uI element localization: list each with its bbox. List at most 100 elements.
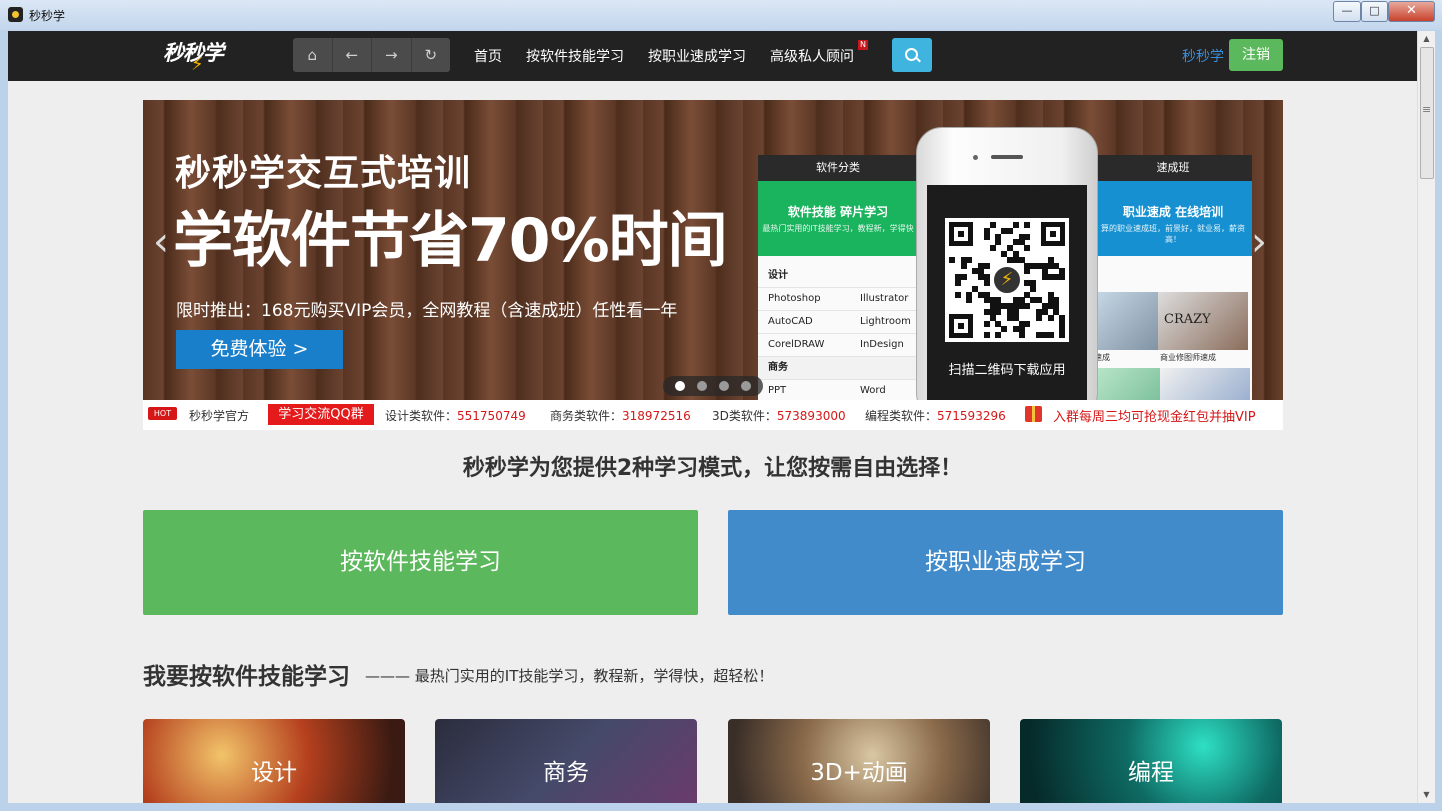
qr-module — [1030, 280, 1037, 286]
qr-module — [1053, 309, 1060, 315]
close-button[interactable]: ✕ — [1388, 1, 1435, 22]
qr-module — [1041, 332, 1048, 339]
qr-module — [1059, 320, 1066, 327]
qr-module — [1012, 297, 1019, 304]
back-arrow-icon[interactable]: ← — [333, 38, 372, 72]
phone-screen: ⚡ 扫描二维码下载应用 — [927, 185, 1087, 400]
career-course-mode-button[interactable]: 按职业速成学习 — [728, 510, 1283, 615]
app-software-list: 设计 Photoshop Illustrator AutoCAD Lightroom… — [758, 265, 918, 400]
qr-module — [1024, 262, 1031, 269]
app-list-row: AutoCAD Lightroom — [758, 311, 918, 334]
qq-group-label: 编程类软件： — [865, 409, 938, 423]
qr-module — [1024, 233, 1031, 240]
qr-module — [995, 332, 1002, 339]
qr-module — [978, 291, 984, 298]
carousel-next-icon[interactable]: › — [1251, 222, 1267, 262]
scroll-up-icon[interactable]: ▲ — [1418, 31, 1435, 47]
qr-module — [1041, 274, 1048, 281]
vertical-scrollbar[interactable]: ▲ ▼ — [1417, 31, 1435, 803]
app-list-row: PPT Word — [758, 380, 918, 400]
app-tab-categories: 软件分类 — [758, 155, 918, 181]
qq-group-label: 商务类软件： — [550, 409, 623, 423]
category-card-programming[interactable]: 编程 — [1020, 719, 1282, 803]
app-green-title: 软件技能 碎片学习 — [787, 205, 889, 219]
qr-module — [1041, 303, 1048, 310]
home-icon[interactable]: ⌂ — [293, 38, 333, 72]
qr-module — [1041, 309, 1048, 315]
qr-module — [989, 309, 996, 315]
qq-group-design[interactable]: 设计类软件：551750749 — [385, 407, 526, 424]
qr-module — [1047, 274, 1054, 281]
qr-module — [1024, 291, 1031, 298]
app-list-item: Lightroom — [860, 316, 911, 327]
qr-module — [978, 268, 984, 275]
forward-arrow-icon[interactable]: → — [372, 38, 412, 72]
qr-module — [1036, 309, 1042, 315]
app-green-panel: 软件技能 碎片学习 最热门实用的IT技能学习，教程新，学得快 — [758, 181, 918, 256]
qq-group-strip: HOT 秒秒学官方 学习交流QQ群 设计类软件：551750749 商务类软件：… — [143, 400, 1283, 430]
category-card-design[interactable]: 设计 — [143, 719, 405, 803]
logout-button[interactable]: 注销 — [1229, 39, 1283, 71]
qr-finder — [949, 222, 973, 246]
qr-module — [1012, 251, 1019, 257]
carousel-dot[interactable] — [697, 381, 707, 391]
qr-module — [1007, 309, 1013, 315]
qr-module — [1030, 262, 1037, 269]
qr-module — [1012, 239, 1019, 246]
nav-link-software-skills[interactable]: 按软件技能学习 — [526, 46, 624, 66]
qr-module — [1059, 314, 1066, 321]
qq-group-3d[interactable]: 3D类软件：573893000 — [712, 407, 846, 424]
qr-module — [972, 285, 979, 292]
app-blue-title: 职业速成 在线培训 — [1122, 205, 1224, 219]
category-card-3d-animation[interactable]: 3D+动画 — [728, 719, 990, 803]
site-logo[interactable]: 秒秒学 ⚡ — [163, 37, 224, 75]
refresh-icon[interactable]: ↻ — [412, 38, 451, 72]
free-trial-button[interactable]: 免费体验 > — [176, 330, 343, 369]
scrollbar-thumb[interactable] — [1420, 47, 1434, 179]
browser-window: 秒秒学 — □ ✕ 秒秒学 ⚡ ⌂ ← → ↻ 首页 按软件技能学习 按职业速成学… — [0, 0, 1442, 811]
category-card-business[interactable]: 商务 — [435, 719, 697, 803]
carousel-dot[interactable] — [719, 381, 729, 391]
qr-module — [1036, 332, 1042, 339]
maximize-button[interactable]: □ — [1361, 1, 1388, 22]
app-blue-panel: 职业速成 在线培训 算的职业速成班，前景好，就业易，薪资高！ — [1094, 181, 1252, 256]
qr-caption: 扫描二维码下载应用 — [948, 363, 1066, 378]
qr-module — [960, 256, 967, 263]
app-thumb-image: CRAZY — [1158, 292, 1248, 350]
carousel-dots — [663, 376, 763, 396]
software-skill-mode-button[interactable]: 按软件技能学习 — [143, 510, 698, 615]
qr-module — [1030, 297, 1037, 304]
minimize-button[interactable]: — — [1333, 1, 1361, 22]
qr-finder — [1041, 222, 1065, 246]
qq-group-tag[interactable]: 学习交流QQ群 — [268, 404, 374, 425]
nav-link-home[interactable]: 首页 — [474, 46, 502, 66]
nav-link-private-advisor[interactable]: 高级私人顾问 — [770, 46, 854, 66]
phone-camera — [973, 155, 978, 160]
qq-group-label: 设计类软件： — [385, 409, 458, 423]
qr-module — [1047, 256, 1054, 263]
red-packet-promo[interactable]: 入群每周三均可抢现金红包并抽VIP — [1053, 406, 1256, 425]
qr-module — [1030, 285, 1037, 292]
hero-banner[interactable]: 秒秒学交互式培训 学软件节省70%时间 限时推出：168元购买VIP会员，全网教… — [143, 100, 1283, 400]
qr-module — [954, 291, 961, 298]
qr-module — [1007, 303, 1013, 310]
scroll-down-icon[interactable]: ▼ — [1418, 787, 1435, 803]
carousel-prev-icon[interactable]: ‹ — [153, 222, 169, 262]
username-link[interactable]: 秒秒学 — [1182, 46, 1224, 66]
qr-module — [954, 274, 961, 281]
carousel-dot[interactable] — [741, 381, 751, 391]
qr-module — [989, 314, 996, 321]
app-green-subtitle: 最热门实用的IT技能学习，教程新，学得快 — [762, 224, 914, 233]
search-button[interactable] — [892, 38, 932, 72]
carousel-dot[interactable] — [675, 381, 685, 391]
qr-module — [1001, 251, 1008, 257]
qq-group-programming[interactable]: 编程类软件：571593296 — [865, 407, 1006, 424]
app-list-item: PPT — [768, 385, 787, 396]
nav-link-career-course[interactable]: 按职业速成学习 — [648, 46, 746, 66]
banner-subheadline: 学软件节省70%时间 — [173, 206, 728, 276]
window-title: 秒秒学 — [29, 9, 66, 23]
qr-module — [1007, 245, 1013, 252]
qq-group-business[interactable]: 商务类软件：318972516 — [550, 407, 691, 424]
qr-module — [1047, 297, 1054, 304]
app-thumb-caption: 商业修图师速成 — [1160, 353, 1216, 362]
